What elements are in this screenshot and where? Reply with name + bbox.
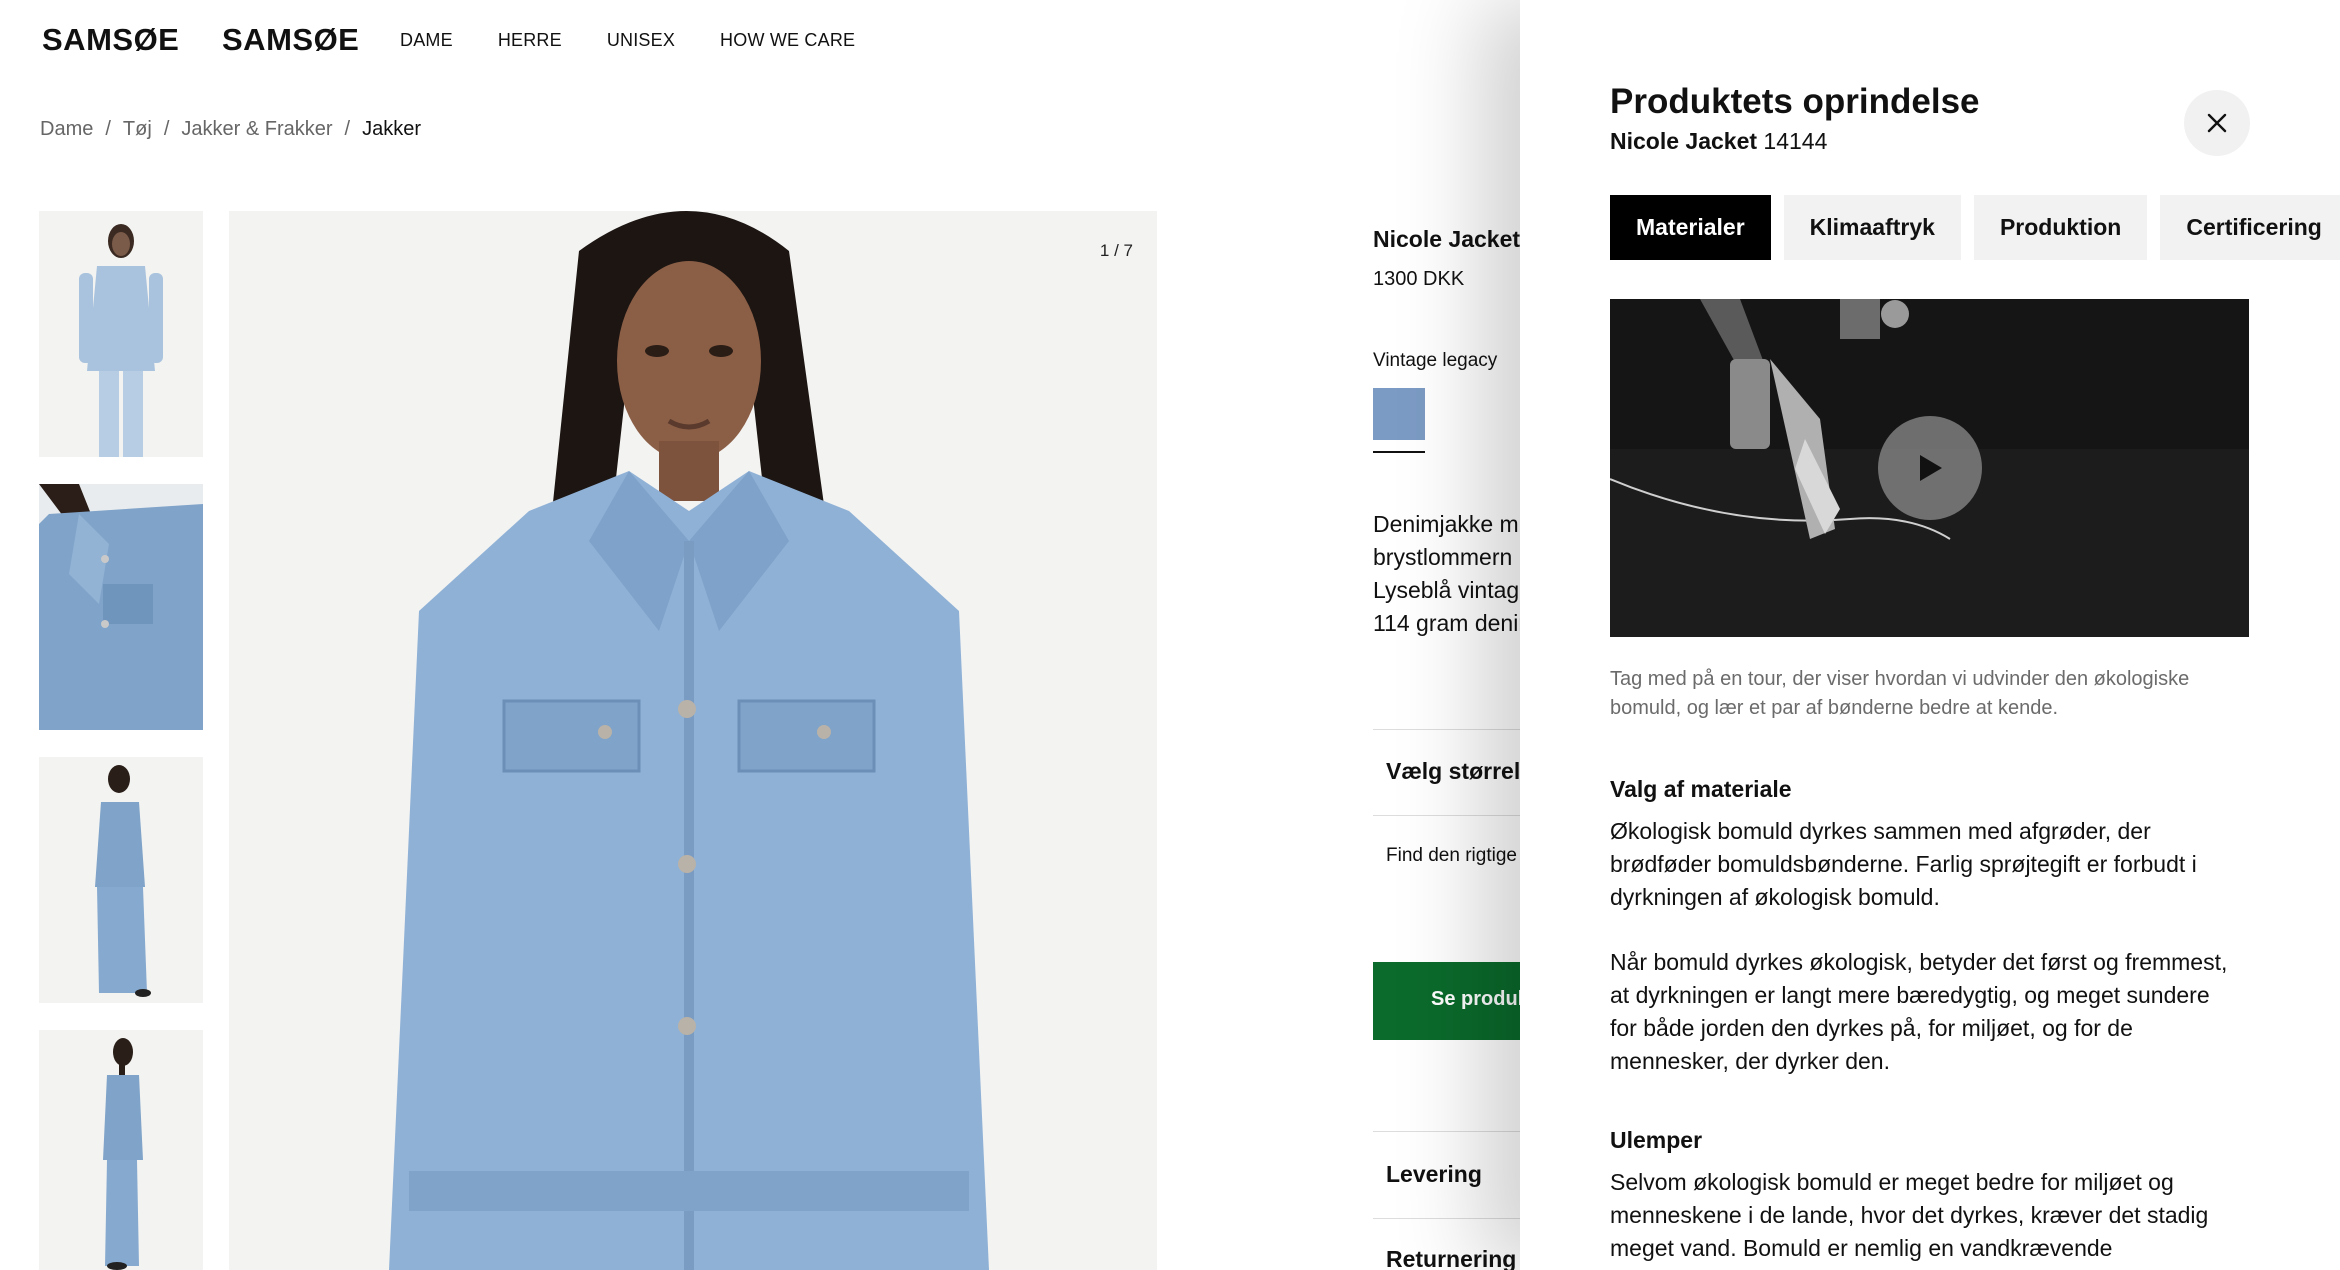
- breadcrumb-item-jakker: Jakker: [362, 118, 421, 140]
- logo-primary[interactable]: SAMSØE: [42, 22, 179, 58]
- description-line: brystlommern: [1373, 544, 1513, 570]
- jacket-model-illustration: [389, 211, 989, 1270]
- breadcrumb-item-jakker-frakker[interactable]: Jakker & Frakker: [181, 118, 332, 141]
- color-name: Vintage legacy: [1373, 350, 1498, 371]
- breadcrumb-item-dame[interactable]: Dame: [40, 118, 93, 141]
- tab-certificering[interactable]: Certificering: [2160, 195, 2340, 260]
- breadcrumb-separator: /: [344, 118, 351, 140]
- section-title-valg-af-materiale: Valg af materiale: [1610, 776, 1792, 802]
- main-nav: DAME HERRE UNISEX HOW WE CARE: [400, 30, 855, 51]
- close-icon: [2207, 113, 2227, 133]
- logo-secondary[interactable]: SAMSØE: [222, 22, 359, 58]
- size-selector[interactable]: Vælg størrel: [1386, 758, 1520, 785]
- thumbnail-front-full[interactable]: [39, 211, 203, 457]
- nav-item-herre[interactable]: HERRE: [498, 30, 562, 51]
- drawer-subtitle: Nicole Jacket 14144: [1610, 128, 1827, 155]
- main-product-image[interactable]: 1 / 7: [229, 211, 1157, 1270]
- nav-item-dame[interactable]: DAME: [400, 30, 453, 51]
- accordion-returnering[interactable]: Returnering: [1386, 1246, 1516, 1270]
- drawer-product-name: Nicole Jacket: [1610, 128, 1758, 154]
- description-line: Denimjakke m: [1373, 511, 1519, 537]
- thumbnail-side[interactable]: [39, 757, 203, 1003]
- nav-item-how-we-care[interactable]: HOW WE CARE: [720, 30, 855, 51]
- section-paragraph: Økologisk bomuld dyrkes sammen med afgrø…: [1610, 818, 2197, 910]
- accordion-levering[interactable]: Levering: [1386, 1161, 1482, 1188]
- product-origin-drawer: Produktets oprindelse Nicole Jacket 1414…: [1520, 0, 2340, 1270]
- breadcrumb-separator: /: [105, 118, 111, 140]
- thumbnail-detail[interactable]: [39, 484, 203, 730]
- section-title-ulemper: Ulemper: [1610, 1127, 1703, 1153]
- drawer-title: Produktets oprindelse: [1610, 82, 1980, 121]
- breadcrumb-item-toj[interactable]: Tøj: [123, 118, 152, 141]
- breadcrumb: Dame / Tøj / Jakker & Frakker / Jakker: [40, 118, 421, 141]
- tab-produktion[interactable]: Produktion: [1973, 195, 2148, 260]
- section-paragraph: Når bomuld dyrkes økologisk, betyder det…: [1610, 949, 2228, 1074]
- video-caption: Tag med på en tour, der viser hvordan vi…: [1610, 668, 2190, 719]
- product-price: 1300 DKK: [1373, 268, 1465, 290]
- drawer-product-number: 14144: [1763, 128, 1828, 154]
- size-guide-link[interactable]: Find den rigtige: [1386, 845, 1517, 867]
- video-player[interactable]: [1610, 299, 2249, 637]
- close-button[interactable]: [2184, 90, 2250, 156]
- section-paragraph: Selvom økologisk bomuld er meget bedre f…: [1610, 1169, 2209, 1261]
- swatch-selected-indicator: [1373, 451, 1425, 453]
- play-icon: [1920, 455, 1942, 481]
- description-line: 114 gram denir: [1373, 610, 1526, 636]
- description-line: Lyseblå vintag: [1373, 577, 1520, 603]
- breadcrumb-separator: /: [163, 118, 170, 140]
- nav-item-unisex[interactable]: UNISEX: [607, 30, 675, 51]
- site-header: SAMSØE SAMSØE DAME HERRE UNISEX HOW WE C…: [0, 0, 1520, 80]
- thumbnail-profile[interactable]: [39, 1030, 203, 1270]
- color-swatch[interactable]: [1373, 388, 1425, 440]
- tab-materialer[interactable]: Materialer: [1610, 195, 1771, 260]
- product-name: Nicole Jacket: [1373, 226, 1521, 252]
- play-button[interactable]: [1878, 416, 1982, 520]
- image-counter: 1 / 7: [1099, 241, 1133, 260]
- tab-klimaaftryk[interactable]: Klimaaftryk: [1783, 195, 1961, 260]
- drawer-tabs: Materialer Klimaaftryk Produktion Certif…: [1610, 195, 2340, 260]
- product-description: Denimjakke m brystlommern Lyseblå vintag…: [1373, 508, 1526, 640]
- thumbnail-list: [39, 211, 204, 1270]
